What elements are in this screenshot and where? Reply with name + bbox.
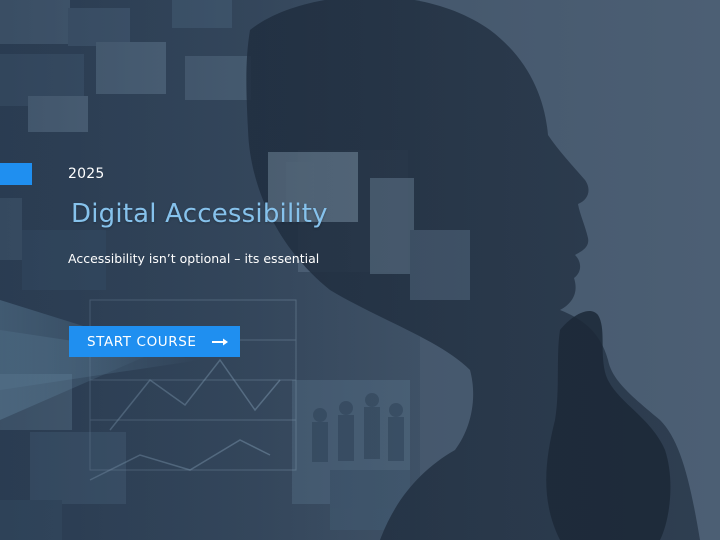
arrow-right-icon bbox=[212, 338, 228, 346]
course-subtitle: Accessibility isn’t optional – its essen… bbox=[68, 251, 320, 266]
course-year: 2025 bbox=[68, 166, 105, 182]
start-course-button[interactable]: START COURSE bbox=[69, 326, 240, 357]
course-title: Digital Accessibility bbox=[71, 199, 328, 229]
start-course-label: START COURSE bbox=[87, 333, 197, 350]
accent-bar bbox=[0, 163, 32, 185]
background-overlay bbox=[0, 0, 720, 540]
course-title-slide: 2025 Digital Accessibility Accessibility… bbox=[0, 0, 720, 540]
